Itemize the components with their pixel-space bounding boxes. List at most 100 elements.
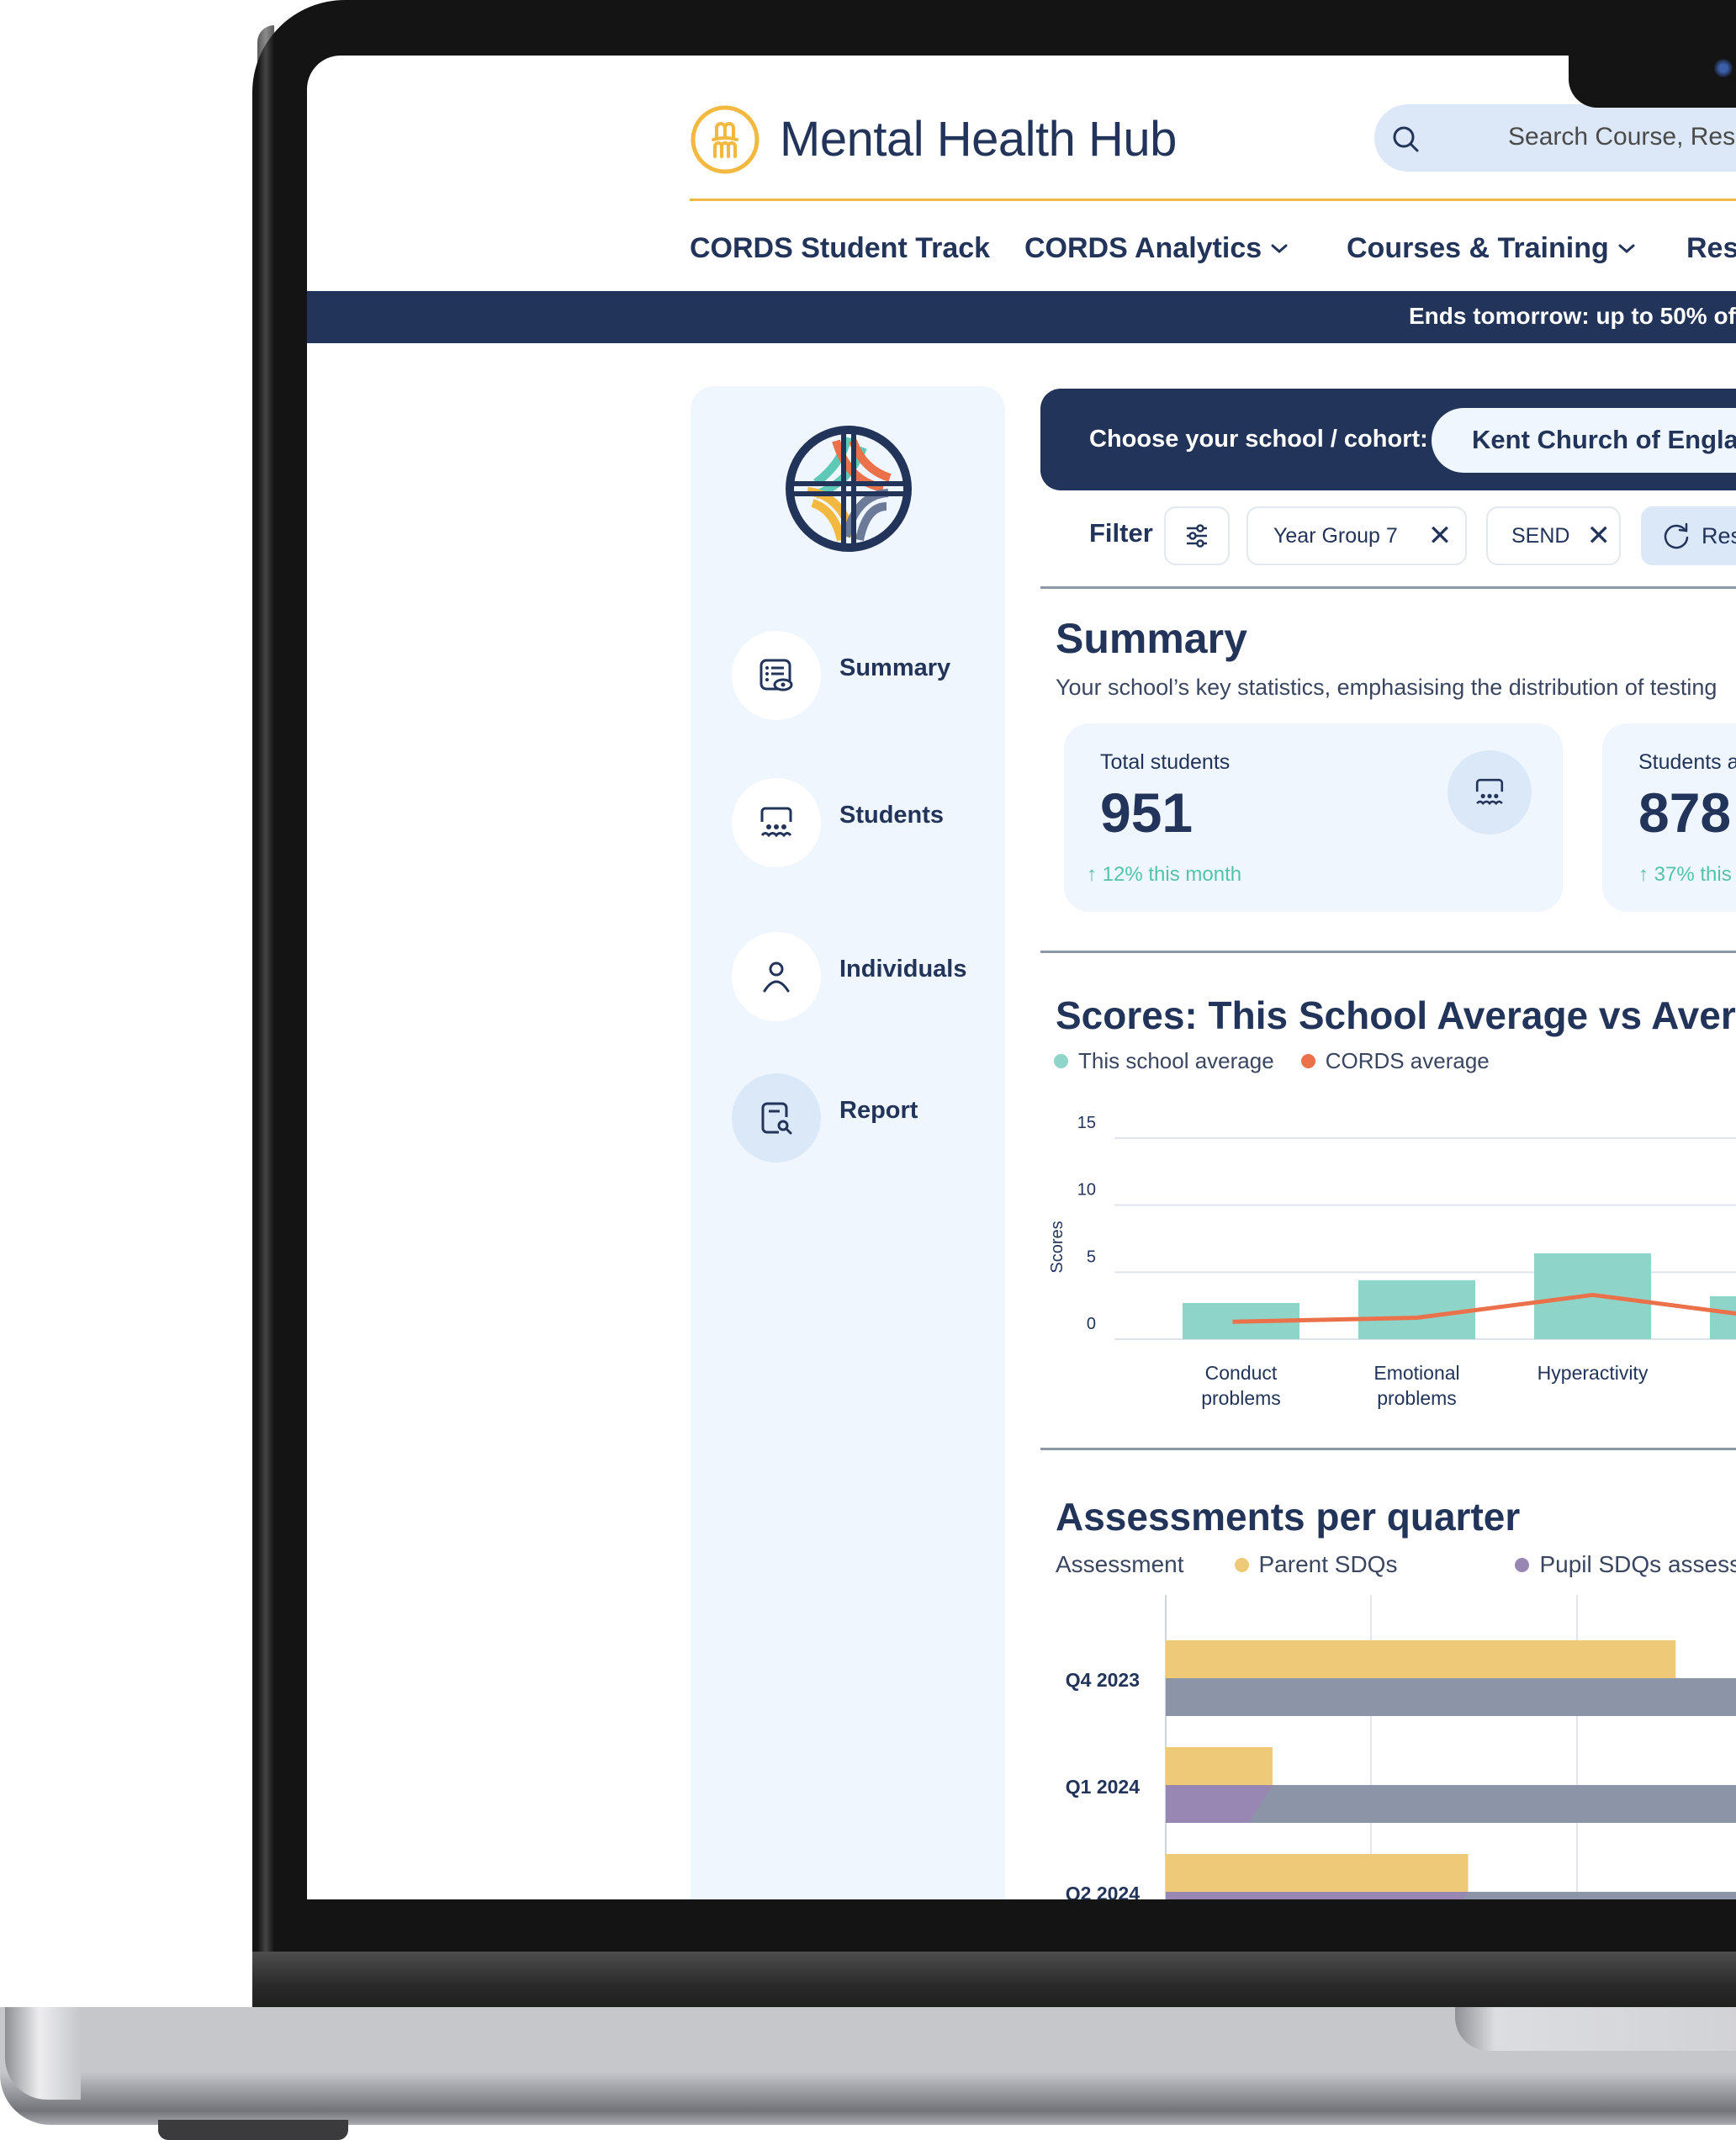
chevron-down-icon (1271, 244, 1288, 253)
sidebar-icon-bg (732, 778, 821, 867)
filter-chip-send[interactable]: SEND ✕ (1486, 506, 1621, 565)
assessments-legend: Assessment Parent SDQs Pupil SDQs assess… (1056, 1551, 1736, 1578)
y-tick-label: 0 (1087, 1315, 1096, 1333)
header-divider (690, 199, 1736, 201)
summary-subtitle: Your school’s key statistics, emphasisin… (1056, 675, 1717, 700)
legend-dot (1515, 1557, 1530, 1572)
sidebar-item-label: Summary (839, 654, 951, 681)
stat-card-students-assessed: Students a 878 ↑ 37% this m (1602, 723, 1736, 912)
stat-value: 878 (1638, 781, 1732, 844)
stat-value: 951 (1100, 781, 1194, 844)
sidebar-item-label: Report (839, 1096, 918, 1124)
search-icon (1393, 126, 1419, 152)
laptop-base-edge (5, 2007, 81, 2100)
sidebar-item-label: Students (839, 801, 945, 829)
nav-cords-student-track[interactable]: CORDS Student Track (690, 232, 990, 265)
sidebar-item-report[interactable]: Report (732, 1073, 1001, 1163)
brand-logo-icon[interactable] (690, 104, 760, 175)
stat-delta: ↑ 12% this month (1087, 863, 1242, 886)
y-tick-label: 15 (1077, 1114, 1096, 1132)
y-axis-label: Scores (1048, 1221, 1066, 1273)
x-tick-label: Hyperactivity (1538, 1362, 1649, 1384)
assessments-chart-title: Assessments per quarter (1056, 1495, 1521, 1539)
brand-title[interactable]: Mental Health Hub (780, 111, 1177, 167)
scores-bar-chart: 0 5 10 15 Scores Conduct problems Emotional prob… (1048, 1114, 1736, 1409)
filter-chip-year-group[interactable]: Year Group 7 ✕ (1246, 506, 1467, 565)
reset-label: Res (1702, 522, 1736, 548)
chevron-down-icon (1618, 244, 1635, 253)
scores-chart-title: Scores: This School Average vs Average f (1056, 993, 1736, 1037)
legend-item[interactable]: CORDS average (1300, 1048, 1490, 1074)
sidebar-icon-bg (732, 1073, 821, 1163)
legend-dot (1054, 1054, 1068, 1068)
bar (1710, 1296, 1736, 1339)
stat-card-total-students: Total students 951 ↑ 12% this month (1064, 723, 1563, 912)
sidebar-item-summary[interactable]: Summary (732, 630, 1001, 721)
list-eye-icon (760, 659, 793, 691)
school-select-value[interactable]: Kent Church of Englan (1472, 425, 1736, 455)
nav-cords-analytics[interactable]: CORDS Analytics (1024, 232, 1289, 265)
legend-item[interactable]: Parent SDQs (1234, 1551, 1398, 1578)
close-icon[interactable]: ✕ (1586, 522, 1611, 550)
legend-item[interactable]: This school average (1054, 1048, 1274, 1074)
stat-label: Students a (1638, 750, 1736, 774)
legend-label: CORDS average (1325, 1048, 1490, 1073)
x-tick-label: Conduct (1205, 1362, 1278, 1384)
cords-logo-icon (786, 426, 912, 552)
search-placeholder[interactable]: Search Course, Res (1508, 123, 1735, 151)
bar-parent (1166, 1640, 1676, 1678)
laptop-screen: Mental Health Hub Search Course, Res COR… (307, 56, 1736, 1899)
school-selector-label: Choose your school / cohort: (1089, 426, 1428, 453)
camera-notch (1569, 0, 1736, 108)
x-tick-label: problems (1377, 1387, 1457, 1409)
filter-label: Filter (1089, 518, 1153, 548)
assessments-bar-chart: Q4 2023 Q1 2024 Q2 2024 (1066, 1595, 1736, 1899)
promo-banner-text[interactable]: Ends tomorrow: up to 50% of (1409, 303, 1736, 330)
nav-label: CORDS Analytics (1024, 232, 1262, 264)
stat-label: Total students (1100, 750, 1231, 774)
nav-label: Courses & Training (1347, 232, 1609, 264)
section-divider (1040, 586, 1736, 589)
sidebar-item-label: Individuals (839, 955, 967, 983)
legend-item[interactable]: Pupil SDQs assessm (1515, 1551, 1736, 1578)
sidebar-item-individuals[interactable]: Individuals (732, 931, 1001, 1022)
sidebar-icon-bg (732, 631, 821, 720)
y-tick-label: Q4 2023 (1066, 1669, 1140, 1691)
laptop-lid-highlight (257, 25, 274, 2002)
summary-title: Summary (1056, 615, 1247, 662)
stat-delta: ↑ 37% this m (1638, 863, 1736, 886)
reset-filters-button[interactable]: Res (1641, 506, 1736, 565)
group-icon (1475, 778, 1504, 806)
legend-title: Assessment (1056, 1551, 1184, 1577)
scores-legend: This school average CORDS average (1054, 1048, 1490, 1074)
sidebar-icon-bg (732, 932, 821, 1021)
bar-pupil (1166, 1892, 1469, 1899)
laptop-trackpad-lip (1455, 2007, 1736, 2051)
bar (1358, 1279, 1475, 1339)
bar-pupil (1166, 1678, 1736, 1716)
sidebar-item-students[interactable]: Students (732, 777, 1001, 868)
legend-label: Pupil SDQs assessm (1539, 1551, 1736, 1577)
legend-label: Parent SDQs (1258, 1551, 1398, 1577)
camera-icon (1714, 59, 1733, 77)
stat-icon-bg (1448, 750, 1532, 834)
nav-resources[interactable]: Res (1686, 232, 1736, 265)
filter-chip-label: Year Group 7 (1273, 523, 1398, 548)
legend-dot (1234, 1557, 1249, 1572)
nav-label: CORDS Student Track (690, 232, 991, 264)
section-divider (1040, 951, 1736, 953)
nav-courses-training[interactable]: Courses & Training (1347, 232, 1636, 265)
filter-chip-label: SEND (1511, 523, 1570, 548)
report-search-icon (761, 1102, 792, 1135)
laptop-foot (158, 2120, 348, 2140)
person-icon (763, 961, 790, 993)
y-tick-label: Q1 2024 (1066, 1776, 1140, 1798)
filter-settings-button[interactable] (1164, 506, 1230, 565)
y-tick-label: 5 (1087, 1247, 1096, 1266)
close-icon[interactable]: ✕ (1428, 522, 1453, 550)
legend-dot (1300, 1054, 1315, 1068)
y-tick-label: Q2 2024 (1066, 1883, 1140, 1899)
x-tick-label: problems (1201, 1387, 1281, 1409)
y-tick-label: 10 (1077, 1181, 1096, 1200)
bar-parent (1166, 1854, 1469, 1892)
